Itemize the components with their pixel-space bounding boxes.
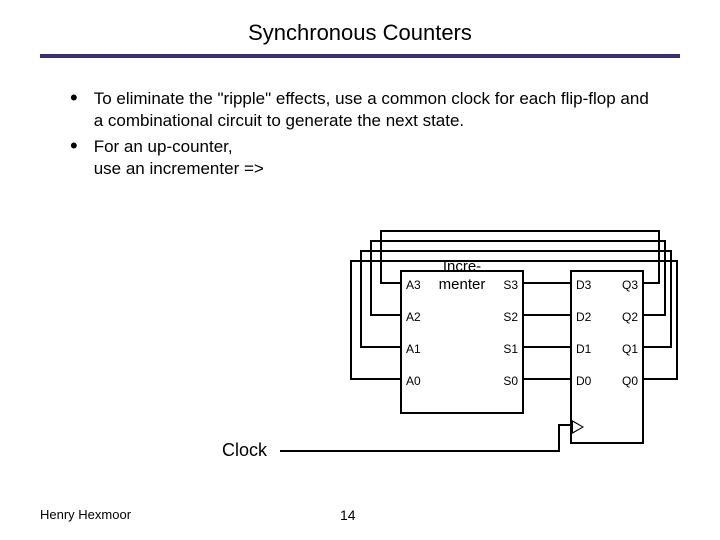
port-d0: D0	[576, 374, 591, 388]
bullet-item: • To eliminate the "ripple" effects, use…	[70, 88, 660, 132]
port-s1: S1	[503, 342, 518, 356]
content-area: • To eliminate the "ripple" effects, use…	[0, 58, 720, 180]
incrementer-label-top: Incre-	[402, 258, 522, 275]
counter-diagram: Incre- menter A3 A2 A1 A0 S3 S2 S1 S0 D3…	[280, 210, 680, 470]
page-number: 14	[340, 507, 356, 523]
bullet-item: • For an up-counter, use an incrementer …	[70, 136, 660, 180]
wire	[658, 230, 660, 284]
wire	[350, 378, 400, 380]
clock-label: Clock	[222, 440, 267, 461]
wire	[522, 282, 570, 284]
wire	[522, 346, 570, 348]
bullet-dot: •	[70, 90, 78, 106]
port-a1: A1	[406, 342, 421, 356]
bullet-dot: •	[70, 138, 78, 154]
wire	[676, 260, 678, 380]
bullet-text: For an up-counter, use an incrementer =>	[94, 136, 264, 180]
port-s2: S2	[503, 310, 518, 324]
wire	[522, 378, 570, 380]
wire	[558, 424, 570, 426]
wire	[360, 250, 362, 346]
slide-title: Synchronous Counters	[0, 0, 720, 54]
port-a2: A2	[406, 310, 421, 324]
clock-triangle-icon	[572, 420, 584, 434]
wire	[670, 250, 672, 348]
wire	[558, 424, 560, 452]
wire	[360, 250, 672, 252]
port-s0: S0	[503, 374, 518, 388]
port-s3: S3	[503, 278, 518, 292]
wire	[642, 314, 666, 316]
wire	[380, 282, 400, 284]
port-a3: A3	[406, 278, 421, 292]
slide-footer: Henry Hexmoor 14	[40, 507, 680, 522]
bullet-text: To eliminate the "ripple" effects, use a…	[94, 88, 660, 132]
wire	[380, 230, 382, 282]
port-q3: Q3	[622, 278, 638, 292]
wire	[370, 240, 666, 242]
wire	[360, 346, 400, 348]
wire	[370, 314, 400, 316]
port-a0: A0	[406, 374, 421, 388]
flipflop-bank: D3 D2 D1 D0 Q3 Q2 Q1 Q0	[570, 270, 644, 444]
port-q1: Q1	[622, 342, 638, 356]
port-d3: D3	[576, 278, 591, 292]
wire	[642, 282, 660, 284]
port-d1: D1	[576, 342, 591, 356]
wire	[350, 260, 352, 378]
wire	[642, 346, 672, 348]
port-q0: Q0	[622, 374, 638, 388]
port-d2: D2	[576, 310, 591, 324]
wire	[642, 378, 678, 380]
wire	[280, 450, 560, 452]
port-q2: Q2	[622, 310, 638, 324]
author-name: Henry Hexmoor	[40, 507, 131, 522]
wire	[522, 314, 570, 316]
wire	[380, 230, 660, 232]
incrementer-block: Incre- menter A3 A2 A1 A0 S3 S2 S1 S0	[400, 270, 524, 414]
